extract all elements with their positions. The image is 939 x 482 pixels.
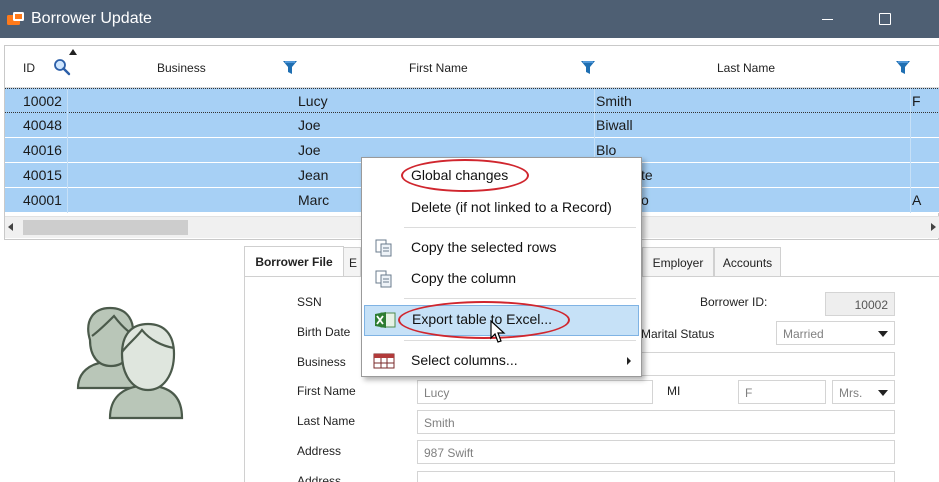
cell-first-name: Marc — [298, 192, 330, 208]
minimize-button[interactable] — [804, 0, 850, 38]
marital-status-label: Marital Status — [641, 327, 715, 341]
business-field[interactable] — [641, 352, 895, 376]
column-header-id[interactable]: ID — [23, 61, 35, 75]
cell-first-name: Jean — [298, 167, 329, 183]
cell-id: 40048 — [23, 117, 62, 133]
scrollbar-thumb[interactable] — [23, 220, 188, 235]
ssn-label: SSN — [297, 295, 322, 309]
column-divider — [67, 138, 68, 163]
cell-last-name: Smith — [596, 93, 632, 109]
title-value: Mrs. — [839, 386, 863, 400]
cell-first-name: Joe — [298, 142, 321, 158]
cell-id: 40016 — [23, 142, 62, 158]
column-divider — [594, 113, 595, 138]
birth-date-label: Birth Date — [297, 325, 351, 339]
menu-separator — [404, 340, 636, 341]
column-header-first-name[interactable]: First Name — [409, 61, 468, 75]
table-row[interactable]: 40048 Joe Biwall — [5, 113, 939, 138]
sort-ascending-icon — [69, 49, 77, 55]
menu-item-label: Delete (if not linked to a Record) — [411, 199, 612, 215]
submenu-arrow-icon — [627, 357, 631, 365]
menu-item-delete[interactable]: Delete (if not linked to a Record) — [364, 194, 639, 222]
filter-icon[interactable] — [895, 59, 911, 75]
search-icon[interactable] — [53, 58, 71, 76]
tab-borrower-file[interactable]: Borrower File — [244, 246, 344, 277]
highlight-oval-export-excel — [398, 301, 570, 339]
column-divider — [594, 89, 595, 114]
borrower-id-field: 10002 — [825, 292, 895, 316]
menu-separator — [404, 298, 636, 299]
cell-extra: A — [912, 192, 922, 208]
filter-icon[interactable] — [580, 59, 596, 75]
first-name-field[interactable]: Lucy — [417, 380, 653, 404]
cell-id: 40015 — [23, 167, 62, 183]
borrower-id-label: Borrower ID: — [700, 295, 768, 309]
highlight-oval-global-changes — [401, 159, 529, 192]
menu-item-select-columns[interactable]: Select columns... — [364, 347, 639, 375]
mi-field[interactable]: F — [738, 380, 826, 404]
window-title: Borrower Update — [31, 10, 152, 27]
address-line2-label: Address — [297, 474, 342, 482]
column-header-last-name[interactable]: Last Name — [717, 61, 775, 75]
marital-status-value: Married — [783, 327, 824, 341]
columns-icon — [373, 353, 395, 369]
context-menu: Global changes Delete (if not linked to … — [361, 157, 642, 377]
cell-last-name: Blo — [596, 142, 617, 158]
grid-header: ID Business First Name Last Name — [5, 46, 939, 88]
column-divider — [67, 188, 68, 213]
cell-id: 10002 — [23, 93, 62, 109]
menu-item-copy-column[interactable]: Copy the column — [364, 265, 639, 293]
copy-icon — [375, 270, 392, 288]
marital-status-select[interactable]: Married — [776, 321, 895, 345]
cell-last-name: Biwall — [596, 117, 633, 133]
copy-icon — [375, 239, 392, 257]
address-field[interactable]: 987 Swift — [417, 440, 895, 464]
tab-partial[interactable]: E — [343, 247, 361, 276]
scroll-right-icon[interactable] — [931, 223, 936, 231]
scroll-left-icon[interactable] — [8, 223, 13, 231]
column-divider — [67, 163, 68, 188]
mouse-cursor-icon — [490, 320, 506, 343]
menu-separator — [404, 227, 636, 228]
menu-item-copy-selected-rows[interactable]: Copy the selected rows — [364, 234, 639, 262]
title-select[interactable]: Mrs. — [832, 380, 895, 404]
users-avatar-icon — [76, 306, 184, 420]
table-row[interactable]: 10002 Lucy Smith F — [5, 88, 939, 114]
filter-icon[interactable] — [282, 59, 298, 75]
column-divider — [67, 113, 68, 138]
title-bar: Borrower Update — [0, 0, 939, 38]
cell-first-name: Lucy — [298, 93, 328, 109]
column-divider — [910, 163, 911, 188]
maximize-button[interactable] — [862, 0, 908, 38]
chevron-down-icon — [878, 390, 888, 396]
cell-last-name: te — [641, 167, 653, 183]
menu-item-label: Select columns... — [411, 352, 518, 368]
app-icon — [7, 12, 24, 25]
column-header-business[interactable]: Business — [157, 61, 206, 75]
first-name-label: First Name — [297, 384, 356, 398]
last-name-field[interactable]: Smith — [417, 410, 895, 434]
column-divider — [67, 89, 68, 114]
column-divider — [910, 89, 911, 114]
menu-item-label: Copy the column — [411, 270, 517, 286]
tab-accounts[interactable]: Accounts — [714, 247, 781, 276]
mi-label: MI — [667, 384, 681, 398]
address-line2-field[interactable] — [417, 471, 895, 482]
cell-last-name: o — [641, 192, 649, 208]
excel-icon — [375, 312, 396, 328]
column-divider — [910, 113, 911, 138]
business-label: Business — [297, 355, 346, 369]
column-divider — [910, 188, 911, 213]
chevron-down-icon — [878, 331, 888, 337]
cell-id: 40001 — [23, 192, 62, 208]
cell-first-name: Joe — [298, 117, 321, 133]
menu-item-label: Copy the selected rows — [411, 239, 557, 255]
last-name-label: Last Name — [297, 414, 356, 428]
tab-employer[interactable]: Employer — [642, 247, 714, 276]
column-divider — [910, 138, 911, 163]
address-label: Address — [297, 444, 342, 458]
cell-extra: F — [912, 93, 921, 109]
